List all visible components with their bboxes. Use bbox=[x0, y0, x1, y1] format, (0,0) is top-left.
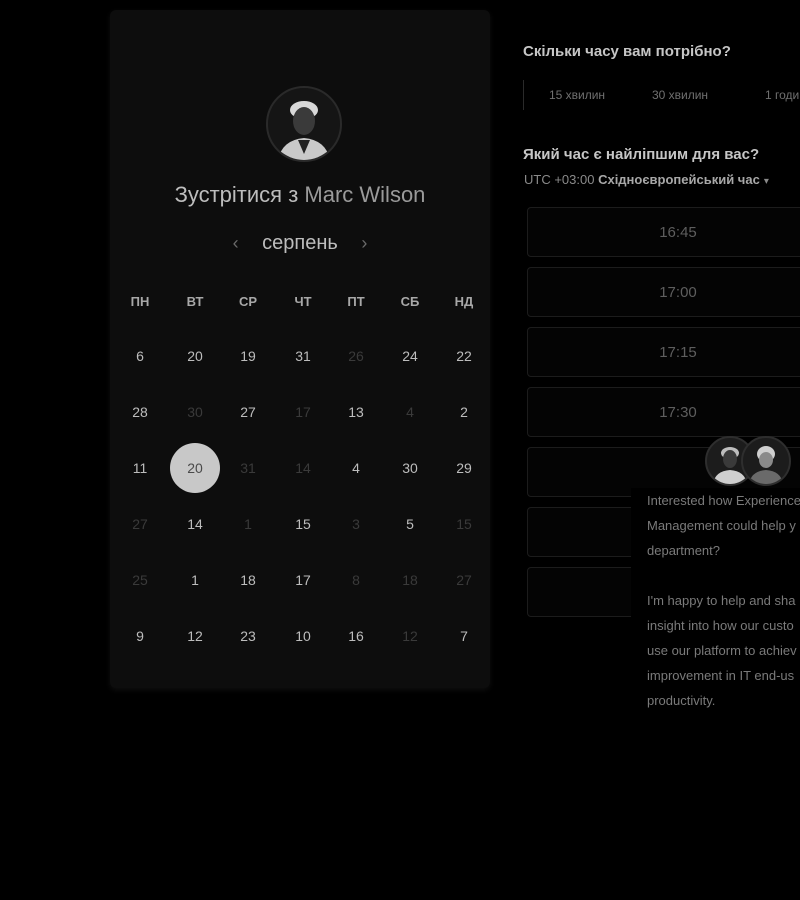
calendar-day: 27 bbox=[132, 516, 148, 532]
calendar-day[interactable]: 4 bbox=[336, 448, 376, 488]
chat-line: Management could help y bbox=[647, 518, 796, 533]
chat-message[interactable]: Interested how Experience Management coul… bbox=[631, 488, 800, 728]
meeting-title: Зустрітися з Marc Wilson bbox=[110, 182, 490, 208]
time-slot[interactable]: 17:00 bbox=[527, 267, 800, 317]
calendar-day[interactable]: 18 bbox=[228, 560, 268, 600]
duration-option-60[interactable]: 1 годин bbox=[738, 80, 800, 110]
chat-line: productivity. bbox=[647, 693, 716, 708]
calendar-day: 12 bbox=[402, 628, 418, 644]
duration-option-15[interactable]: 15 хвилин bbox=[523, 80, 630, 110]
chat-line: Interested how Experience bbox=[647, 493, 800, 508]
timezone-selector[interactable]: UTC +03:00 Східноєвропейський час ▾ bbox=[524, 172, 769, 187]
timezone-offset: UTC +03:00 bbox=[524, 172, 595, 187]
calendar-day[interactable]: 17 bbox=[283, 560, 323, 600]
calendar-day[interactable]: 6 bbox=[120, 336, 160, 376]
calendar-day[interactable]: 12 bbox=[175, 616, 215, 656]
time-slot-label: 17:00 bbox=[659, 284, 697, 301]
calendar-day: 3 bbox=[352, 516, 360, 532]
time-slot-label: 16:45 bbox=[659, 224, 697, 241]
calendar-day[interactable]: 31 bbox=[283, 336, 323, 376]
weekday-label: СБ bbox=[400, 294, 420, 309]
calendar-day[interactable]: 14 bbox=[175, 504, 215, 544]
calendar-day[interactable]: 1 bbox=[175, 560, 215, 600]
timezone-name: Східноєвропейський час bbox=[598, 172, 760, 187]
calendar-day[interactable]: 15 bbox=[283, 504, 323, 544]
calendar-day[interactable]: 10 bbox=[283, 616, 323, 656]
chat-line: insight into how our custo bbox=[647, 618, 794, 633]
calendar-day[interactable]: 2 bbox=[444, 392, 484, 432]
weekday-label: ПН bbox=[130, 294, 150, 309]
calendar-day: 8 bbox=[352, 572, 360, 588]
calendar-day: 17 bbox=[295, 404, 311, 420]
calendar-day[interactable]: 13 bbox=[336, 392, 376, 432]
chat-line bbox=[647, 563, 800, 588]
calendar-day[interactable]: 16 bbox=[336, 616, 376, 656]
calendar-day[interactable]: 11 bbox=[120, 448, 160, 488]
calendar-day[interactable]: 22 bbox=[444, 336, 484, 376]
weekday-label: ВТ bbox=[186, 294, 204, 309]
chat-line: improvement in IT end-us bbox=[647, 668, 795, 683]
calendar-day[interactable]: 30 bbox=[390, 448, 430, 488]
chat-line: I'm happy to help and sha bbox=[647, 593, 796, 608]
time-slot[interactable]: 16:45 bbox=[527, 207, 800, 257]
calendar-day-selected[interactable]: 20 bbox=[170, 443, 220, 493]
host-avatar bbox=[266, 86, 342, 162]
calendar-day[interactable]: 5 bbox=[390, 504, 430, 544]
calendar-day[interactable]: 27 bbox=[228, 392, 268, 432]
calendar-day: 15 bbox=[456, 516, 472, 532]
calendar-day[interactable]: 29 bbox=[444, 448, 484, 488]
calendar-day: 31 bbox=[240, 460, 256, 476]
duration-option-30[interactable]: 30 хвилин bbox=[629, 80, 731, 110]
month-label: серпень bbox=[262, 232, 338, 254]
calendar-day[interactable]: 9 bbox=[120, 616, 160, 656]
time-slot-label: 17:15 bbox=[659, 344, 697, 361]
time-slot-label: 17:30 bbox=[659, 404, 697, 421]
calendar-day: 14 bbox=[295, 460, 311, 476]
weekday-label: ЧТ bbox=[294, 294, 312, 309]
calendar-day[interactable]: 24 bbox=[390, 336, 430, 376]
duration-question: Скільки часу вам потрібно? bbox=[523, 43, 731, 60]
month-navigation: ‹ серпень › bbox=[110, 232, 490, 255]
calendar-day[interactable]: 23 bbox=[228, 616, 268, 656]
weekday-label: СР bbox=[238, 294, 258, 309]
calendar-day[interactable]: 20 bbox=[175, 336, 215, 376]
calendar-day[interactable]: 28 bbox=[120, 392, 160, 432]
calendar-day: 30 bbox=[187, 404, 203, 420]
time-slot[interactable]: 17:30 bbox=[527, 387, 800, 437]
chevron-left-icon[interactable]: ‹ bbox=[221, 233, 251, 254]
weekday-label: ПТ bbox=[347, 294, 365, 309]
time-slot[interactable]: 17:15 bbox=[527, 327, 800, 377]
calendar-day: 4 bbox=[406, 404, 414, 420]
calendar-day[interactable]: 19 bbox=[228, 336, 268, 376]
calendar-day[interactable]: 7 bbox=[444, 616, 484, 656]
calendar-day: 1 bbox=[244, 516, 252, 532]
chat-line: use our platform to achiev bbox=[647, 643, 797, 658]
agent-avatar-2[interactable] bbox=[741, 436, 791, 486]
title-prefix: Зустрітися з bbox=[174, 182, 299, 207]
chevron-right-icon[interactable]: › bbox=[349, 233, 379, 254]
calendar-day: 25 bbox=[132, 572, 148, 588]
caret-down-icon: ▾ bbox=[763, 176, 769, 187]
time-question: Який час є найліпшим для вас? bbox=[523, 146, 760, 163]
calendar-day: 18 bbox=[402, 572, 418, 588]
chat-line: department? bbox=[647, 543, 720, 558]
calendar-day: 26 bbox=[348, 348, 364, 364]
host-name: Marc Wilson bbox=[304, 182, 426, 207]
weekday-label: НД bbox=[454, 294, 474, 309]
calendar-day: 27 bbox=[456, 572, 472, 588]
